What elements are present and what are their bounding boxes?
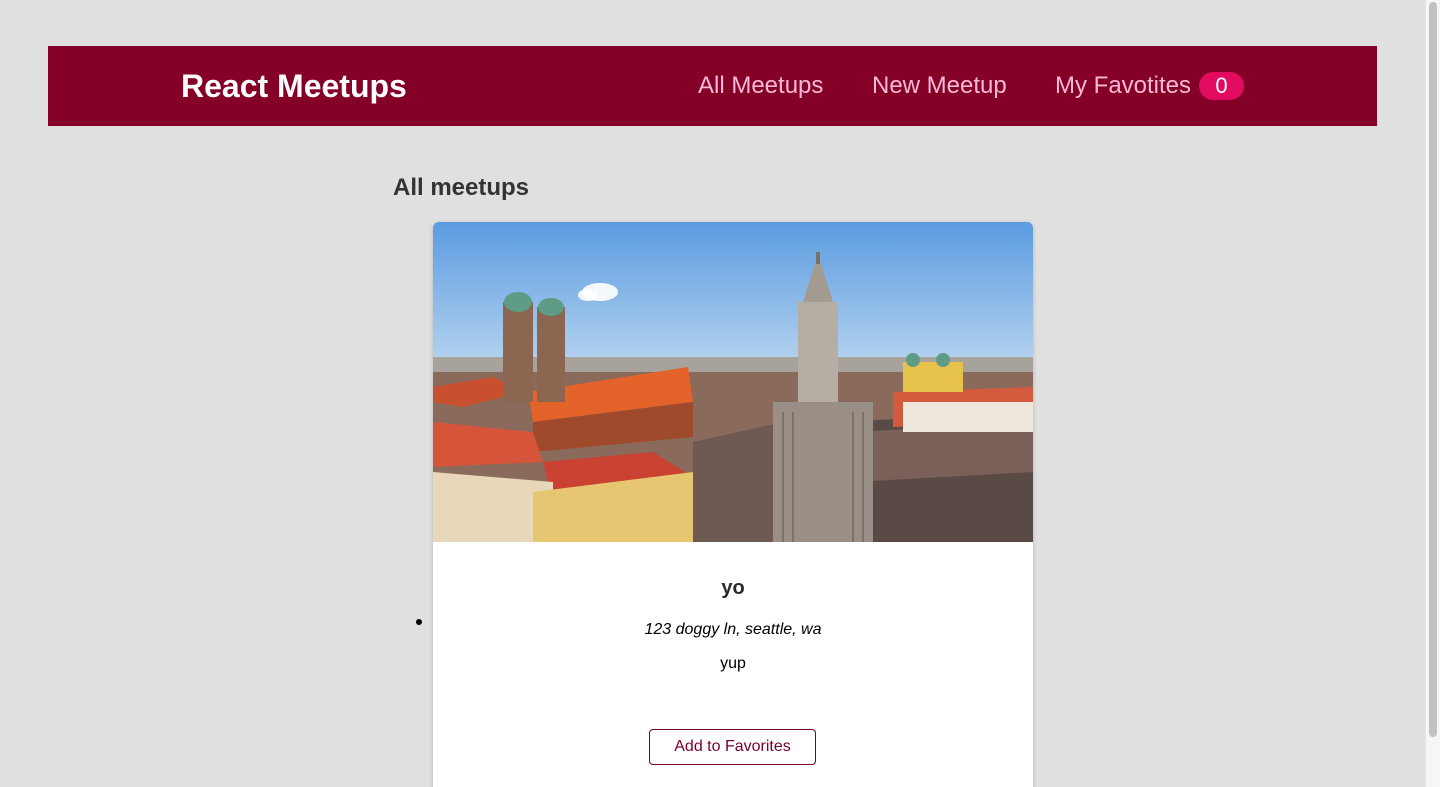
favorites-count-badge: 0	[1199, 72, 1244, 100]
nav-link-new-meetup[interactable]: New Meetup	[872, 72, 1007, 100]
page-title: All meetups	[393, 174, 530, 201]
scrollbar-thumb[interactable]	[1429, 2, 1437, 737]
meetup-address: 123 doggy ln, seattle, wa	[644, 621, 822, 638]
list-item-bullet	[416, 619, 422, 625]
vertical-scrollbar[interactable]	[1425, 0, 1440, 787]
meetup-title: yo	[721, 577, 745, 599]
add-to-favorites-button[interactable]: Add to Favorites	[649, 729, 816, 765]
meetup-card: yo 123 doggy ln, seattle, wa yup Add to …	[433, 222, 1033, 787]
main-nav: All Meetups New Meetup My Favotites 0	[48, 46, 1377, 126]
meetup-image	[433, 222, 1033, 542]
meetup-image-city	[433, 222, 1033, 542]
nav-link-all-meetups[interactable]: All Meetups	[698, 72, 823, 100]
nav-link-my-favorites[interactable]: My Favotites	[1055, 72, 1191, 100]
meetup-description: yup	[720, 655, 746, 672]
main-header: React Meetups All Meetups New Meetup My …	[48, 46, 1377, 126]
page: React Meetups All Meetups New Meetup My …	[0, 0, 1440, 787]
